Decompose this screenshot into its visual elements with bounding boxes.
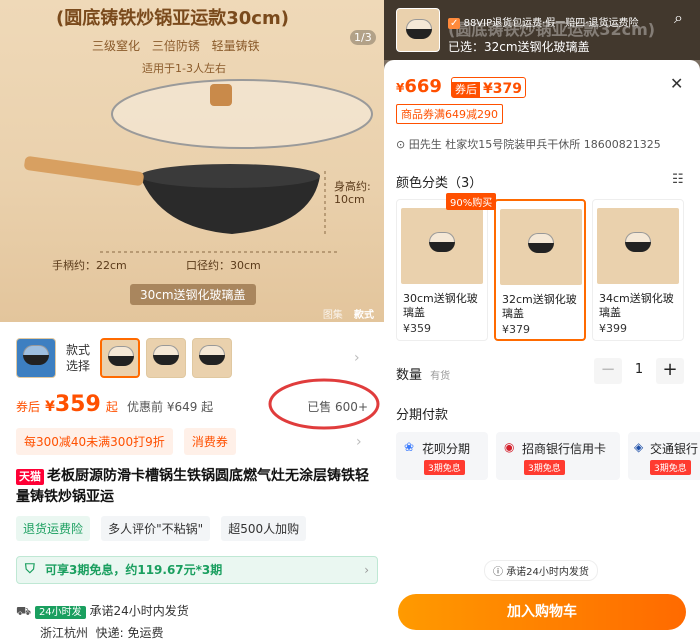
tag-return-insurance: 退货运费险: [16, 516, 91, 541]
chevron-right-icon[interactable]: ›: [354, 350, 360, 366]
style-label: 款式 选择: [66, 343, 91, 373]
hero-tabs: 图集 款式: [315, 306, 374, 321]
tab-style[interactable]: 款式: [354, 310, 374, 321]
price-suffix: 起: [105, 400, 118, 414]
ship-promise: 承诺24小时内发货: [89, 604, 189, 618]
pay-option-bocom[interactable]: ◈ 交通银行 3期免息: [628, 432, 700, 480]
hero-subtitle: 适用于1-3人左右: [142, 62, 226, 75]
promo-voucher[interactable]: 消费券: [183, 428, 236, 455]
qty-label: 数量 有货: [396, 368, 451, 383]
coupon-chip[interactable]: 商品券满649减290: [396, 104, 503, 124]
add-to-cart-button[interactable]: 加入购物车: [398, 594, 686, 630]
shipping-origin: 浙江杭州 快递: 免运费: [40, 626, 164, 640]
product-detail-panel: (圆底铸铁炒锅亚运款30cm) 三级窒化 三倍防锈 轻量铸铁 适用于1-3人左右…: [0, 0, 384, 644]
promo-row[interactable]: 每300减40未满300打9折 消费券: [16, 428, 242, 455]
ship-promise-pill: ⓘ 承诺24小时内发货: [484, 560, 598, 581]
installment-banner[interactable]: ⛉ 可享3期免息，约119.67元*3期 ›: [16, 556, 378, 584]
option-card-30cm[interactable]: 30cm送钢化玻璃盖 ¥359: [396, 199, 488, 341]
sku-price-amount: 669: [404, 76, 442, 97]
sku-topbar: (圆底铸铁炒锅亚运款32cm) ✓ 88VIP退货包运费·假一赔四·退货运费险 …: [384, 0, 700, 60]
bocom-icon: ◈: [634, 440, 644, 454]
chevron-right-icon[interactable]: ›: [356, 434, 362, 450]
selected-text: 已选：32cm送钢化玻璃盖: [448, 40, 590, 54]
huabei-icon: ❀: [404, 440, 415, 454]
address-line[interactable]: ⊙ 田先生 杜家坎15号院装甲兵干休所 18600821325: [396, 136, 661, 152]
shield-icon: ⛉: [25, 562, 35, 577]
style-thumb-30cm[interactable]: [100, 338, 140, 378]
currency: ¥: [45, 399, 55, 415]
before-discount: 优惠前 ¥649 起: [127, 400, 214, 414]
vip-icon: ✓: [448, 18, 461, 29]
location-icon: ⊙: [396, 138, 406, 151]
product-title: 天猫 老板厨源防滑卡槽锅生铁锅圆底燃气灶无涂层铸铁轻量铸铁炒锅亚运: [16, 468, 369, 505]
dim-mouth: 口径约：30cm: [186, 259, 261, 272]
option-card-34cm[interactable]: 34cm送钢化玻璃盖 ¥399: [592, 199, 684, 341]
tab-gallery[interactable]: 图集: [323, 310, 343, 321]
style-thumb-main[interactable]: [16, 338, 56, 378]
dim-height-label: 身高约:: [334, 180, 371, 193]
hot-badge: 90%购买: [446, 193, 497, 210]
hero-features: 三级窒化 三倍防锈 轻量铸铁: [92, 39, 260, 53]
dim-height-value: 10cm: [334, 193, 365, 206]
coupon-price: ¥379: [483, 81, 522, 97]
qty-value[interactable]: 1: [628, 362, 650, 377]
style-thumb-34cm[interactable]: [192, 338, 232, 378]
sku-sheet: ¥669 券后 ¥379 ✕ 商品券满649减290 ⊙ 田先生 杜家坎15号院装…: [384, 60, 700, 644]
truck-icon: ⛟: [16, 604, 32, 618]
after-coupon-label: 券后: [16, 400, 41, 414]
hero-title: (圆底铸铁炒锅亚运款30cm): [56, 8, 289, 29]
cmb-icon: ◉: [504, 440, 515, 454]
chevron-right-icon: ›: [364, 563, 369, 577]
search-icon[interactable]: ⌕: [674, 8, 683, 28]
hero-banner: 30cm送钢化玻璃盖: [130, 284, 256, 305]
pay-option-huabei[interactable]: ❀ 花呗分期 3期免息: [396, 432, 488, 480]
pay-option-cmb[interactable]: ◉ 招商银行信用卡 3期免息: [496, 432, 620, 480]
tag-review: 多人评价"不粘锅": [101, 516, 211, 541]
price-amount: 359: [54, 392, 101, 417]
coupon-label: 券后: [452, 82, 481, 97]
sku-selection-panel: (圆底铸铁炒锅亚运款32cm) ✓ 88VIP退货包运费·假一赔四·退货运费险 …: [384, 0, 700, 644]
wok-illustration: [24, 79, 373, 253]
grid-view-icon[interactable]: ☷: [672, 172, 684, 187]
qty-minus-button[interactable]: −: [594, 358, 622, 384]
info-icon: ⓘ: [493, 567, 503, 578]
style-thumb-32cm[interactable]: [146, 338, 186, 378]
qty-plus-button[interactable]: +: [656, 358, 684, 384]
tmall-badge: 天猫: [16, 469, 44, 485]
image-pager: 1/3: [350, 30, 376, 45]
ship-badge: 24小时发: [34, 606, 86, 619]
vip-line: ✓ 88VIP退货包运费·假一赔四·退货运费险: [448, 18, 639, 29]
tag-cart-count: 超500人加购: [221, 516, 307, 541]
dim-handle: 手柄约：22cm: [52, 259, 127, 272]
stock-status: 有货: [430, 371, 451, 382]
sku-price: ¥669 券后 ¥379: [396, 76, 526, 98]
option-card-32cm[interactable]: 32cm送钢化玻璃盖 ¥379: [494, 199, 586, 341]
promo-discount[interactable]: 每300减40未满300打9折: [16, 428, 173, 455]
color-section-title: 颜色分类（3）: [396, 176, 483, 191]
red-highlight-circle: [268, 378, 380, 430]
tag-row: 退货运费险 多人评价"不粘锅" 超500人加购: [16, 516, 312, 542]
selected-thumb: [396, 8, 440, 52]
installment-title: 分期付款: [396, 408, 449, 423]
shipping-line[interactable]: ⛟ 24小时发 承诺24小时内发货: [16, 602, 189, 620]
product-hero-image[interactable]: (圆底铸铁炒锅亚运款30cm) 三级窒化 三倍防锈 轻量铸铁 适用于1-3人左右…: [0, 0, 384, 322]
close-icon[interactable]: ✕: [670, 74, 683, 93]
